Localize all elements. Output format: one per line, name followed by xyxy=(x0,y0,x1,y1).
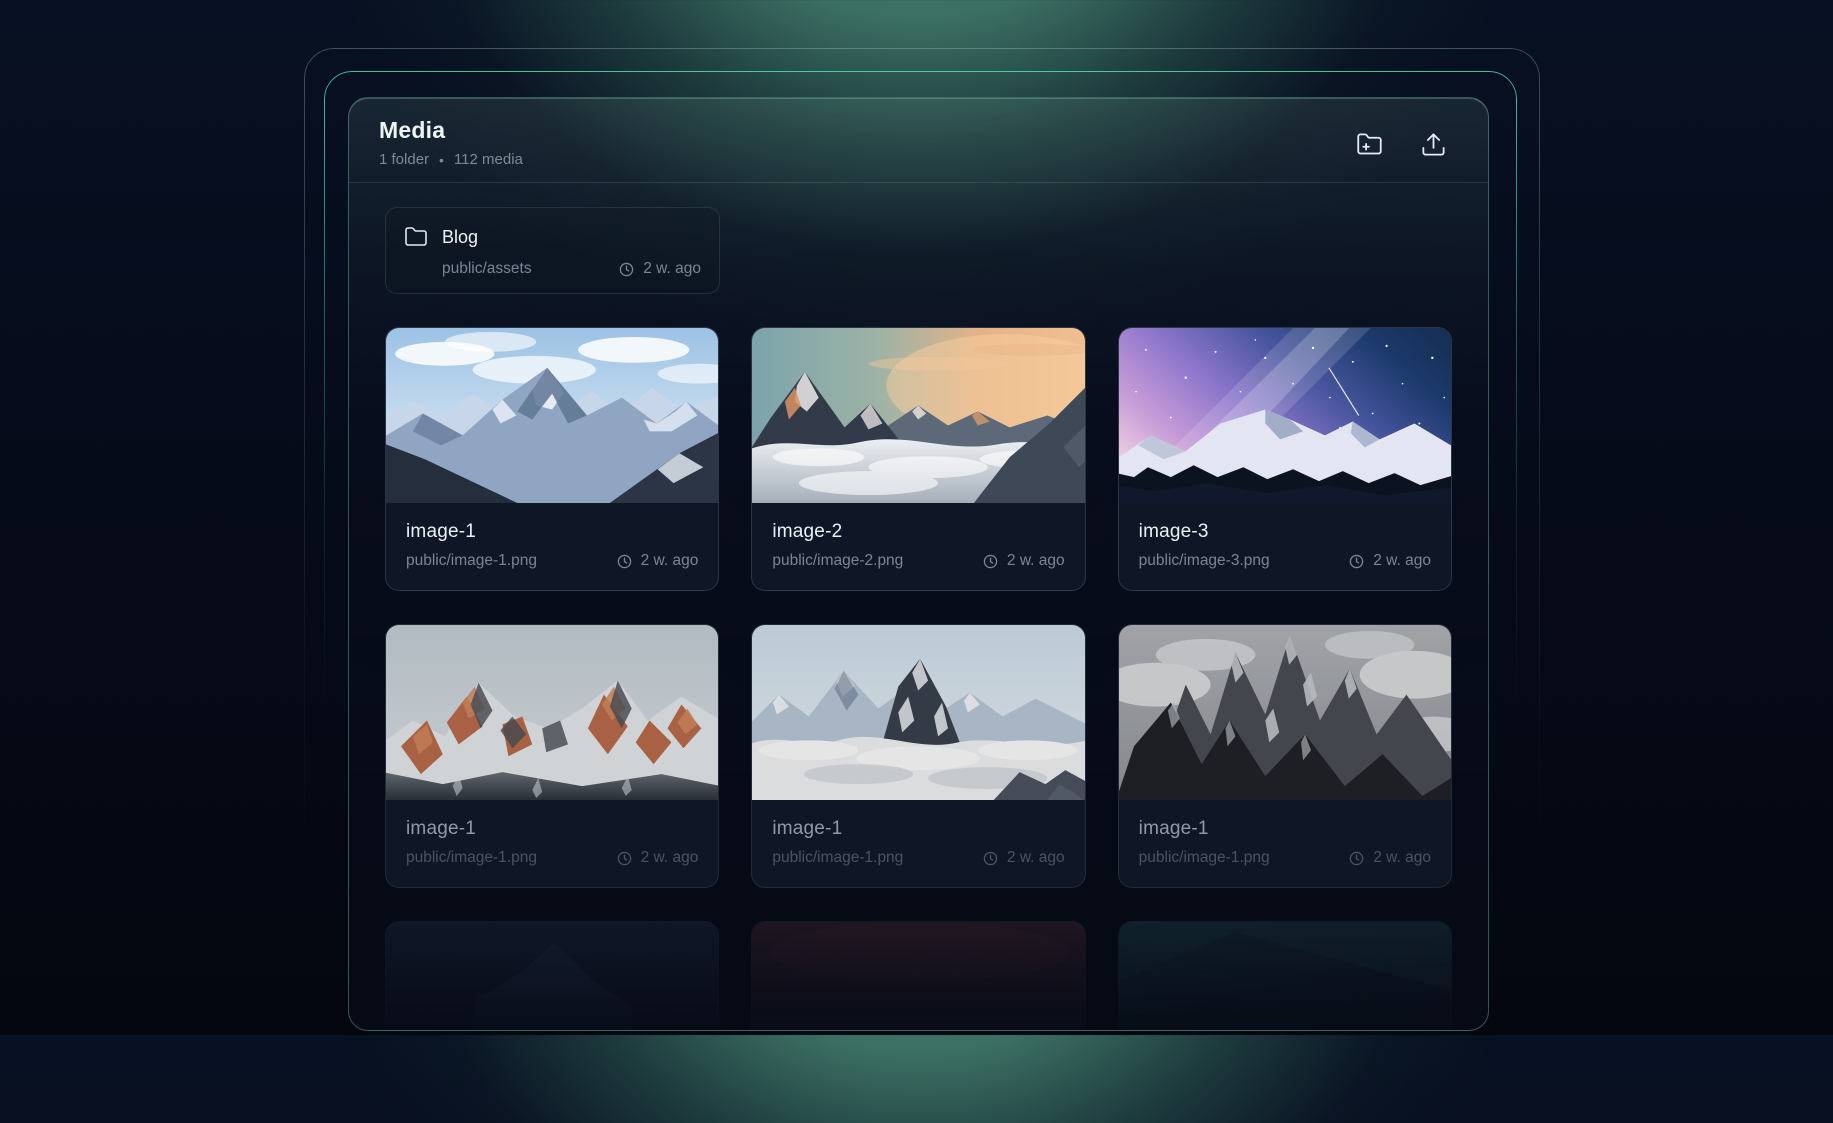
media-modified: 2 w. ago xyxy=(1348,849,1431,867)
media-name: image-3 xyxy=(1138,521,1209,542)
folder-card-blog[interactable]: Blog public/assets 2 w. ago xyxy=(385,207,720,294)
media-path: public/image-1.png xyxy=(772,849,904,866)
header-actions xyxy=(1354,129,1448,159)
library-stats: 1 folder • 112 media xyxy=(379,151,523,168)
folder-card-details: public/assets 2 w. ago xyxy=(404,260,701,278)
media-name: image-1 xyxy=(772,818,843,839)
media-path: public/image-1.png xyxy=(406,849,537,866)
media-count: 112 media xyxy=(453,151,523,168)
clock-icon xyxy=(617,851,631,865)
media-card-2[interactable]: image-2 public/image-2.png 2 w. ago xyxy=(751,327,1086,591)
media-path: public/image-1.png xyxy=(406,552,537,569)
clock-icon xyxy=(1349,851,1364,865)
media-card-partial-3[interactable] xyxy=(1117,921,1452,1030)
media-caption: image-1 public/image-1.png 2 w. ago xyxy=(386,503,718,590)
clock-icon xyxy=(983,851,998,865)
folder-count: 1 folder xyxy=(379,151,430,168)
media-card-6[interactable]: image-1 public/image-1.png 2 w. ago xyxy=(1117,624,1452,888)
media-modified: 2 w. ago xyxy=(616,849,698,867)
thumbnail-milky-way xyxy=(1118,328,1451,503)
folder-card-header: Blog xyxy=(404,225,701,249)
upload-icon xyxy=(1421,132,1445,156)
folder-path: public/assets xyxy=(442,260,532,277)
media-caption: image-1 public/image-1.png 2 w. ago xyxy=(386,800,718,887)
new-folder-button[interactable] xyxy=(1354,129,1384,159)
thumbnail-faded-red xyxy=(752,922,1085,1030)
media-caption: image-1 public/image-1.png 2 w. ago xyxy=(752,800,1084,887)
media-path: public/image-1.png xyxy=(1138,849,1270,866)
media-card-3[interactable]: image-3 public/image-3.png 2 w. ago xyxy=(1117,327,1452,591)
media-modified: 2 w. ago xyxy=(982,552,1065,570)
folder-icon xyxy=(405,227,427,246)
media-modified: 2 w. ago xyxy=(616,552,698,570)
thumbnail-alpenglow-ridge xyxy=(386,625,719,800)
thumbnail-bw-spires xyxy=(1118,625,1451,800)
media-card-partial-1[interactable] xyxy=(385,921,720,1030)
media-name: image-2 xyxy=(772,521,843,542)
media-modified: 2 w. ago xyxy=(1348,552,1431,570)
media-path: public/image-2.png xyxy=(772,552,904,569)
media-caption: image-2 public/image-2.png 2 w. ago xyxy=(752,503,1084,590)
media-card-4[interactable]: image-1 public/image-1.png 2 w. ago xyxy=(385,624,720,888)
thumbnail-peak-in-clouds xyxy=(752,625,1085,800)
thumbnail-snow-peaks xyxy=(386,328,719,503)
media-name: image-1 xyxy=(406,818,477,839)
clock-icon xyxy=(619,262,634,276)
media-library-panel: Media 1 folder • 112 media Blog public/a… xyxy=(348,97,1489,1031)
folder-modified: 2 w. ago xyxy=(618,260,701,278)
media-name: image-1 xyxy=(406,521,477,542)
header-text: Media 1 folder • 112 media xyxy=(379,116,523,168)
media-card-5[interactable]: image-1 public/image-1.png 2 w. ago xyxy=(751,624,1086,888)
media-card-1[interactable]: image-1 public/image-1.png 2 w. ago xyxy=(385,327,720,591)
upload-button[interactable] xyxy=(1418,129,1448,159)
panel-header: Media 1 folder • 112 media xyxy=(349,98,1488,183)
clock-icon xyxy=(617,554,631,568)
media-grid: image-1 public/image-1.png 2 w. ago imag… xyxy=(385,327,1452,1030)
thumbnail-faded-silhouette xyxy=(386,922,719,1030)
folder-name: Blog xyxy=(442,226,479,247)
clock-icon xyxy=(983,554,998,568)
thumbnail-faded-teal xyxy=(1118,922,1451,1030)
dot-separator: • xyxy=(439,151,444,168)
media-path: public/image-3.png xyxy=(1138,552,1270,569)
media-name: image-1 xyxy=(1138,818,1209,839)
media-card-partial-2[interactable] xyxy=(751,921,1086,1030)
media-modified: 2 w. ago xyxy=(982,849,1065,867)
folder-plus-icon xyxy=(1356,132,1382,154)
page-title: Media xyxy=(379,117,446,143)
clock-icon xyxy=(1349,554,1364,568)
media-caption: image-1 public/image-1.png 2 w. ago xyxy=(1119,800,1451,887)
media-caption: image-3 public/image-3.png 2 w. ago xyxy=(1119,503,1451,590)
thumbnail-sunset-clouds xyxy=(752,328,1085,503)
panel-body: Blog public/assets 2 w. ago image-1 publ… xyxy=(349,183,1488,1030)
